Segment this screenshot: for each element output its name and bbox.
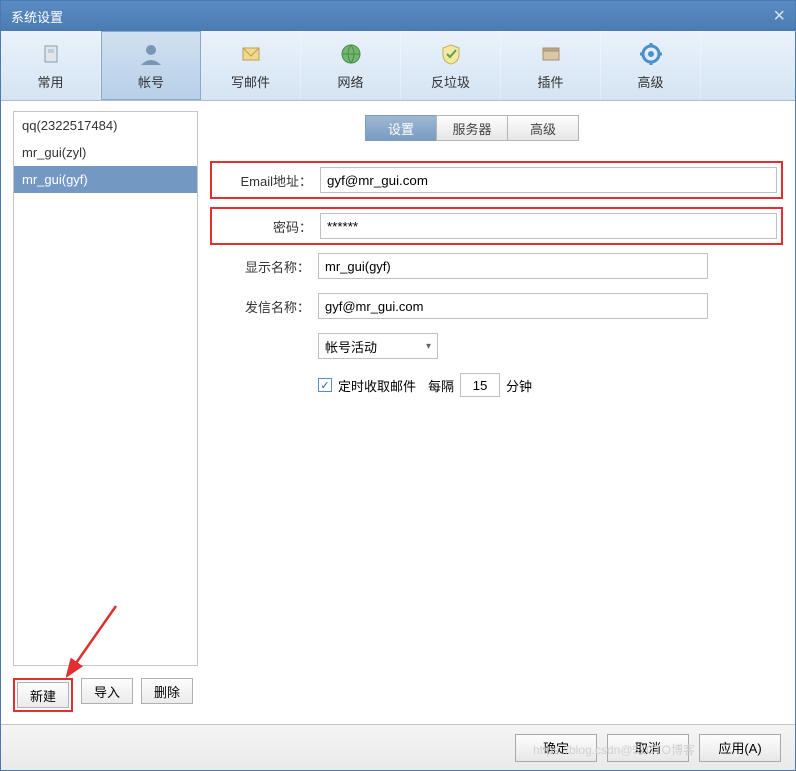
display-label: 显示名称： [210, 257, 310, 276]
window-title: 系统设置 [11, 7, 63, 26]
password-field[interactable] [320, 213, 777, 239]
plugin-icon [537, 40, 565, 68]
toolbar-label: 网络 [337, 72, 363, 91]
spam-icon [437, 40, 465, 68]
left-panel: qq(2322517484) mr_gui(zyl) mr_gui(gyf) 新… [13, 111, 198, 724]
status-value: 帐号活动 [325, 337, 377, 356]
settings-window: 系统设置 × 常用 帐号 写邮件 网络 反垃圾 插件 高级 [0, 0, 796, 771]
right-panel: 设置 服务器 高级 Email地址： 密码： 显示名称： 发信名称 [210, 111, 783, 724]
toolbar-label: 插件 [537, 72, 563, 91]
toolbar-compose[interactable]: 写邮件 [201, 31, 301, 100]
highlight-annotation: 新建 [13, 678, 73, 712]
account-item[interactable]: mr_gui(zyl) [14, 139, 197, 166]
tabs: 设置 服务器 高级 [365, 115, 783, 141]
account-icon [137, 40, 165, 68]
toolbar-network[interactable]: 网络 [301, 31, 401, 100]
toolbar-label: 帐号 [138, 72, 164, 91]
email-field[interactable] [320, 167, 777, 193]
account-item[interactable]: mr_gui(gyf) [14, 166, 197, 193]
toolbar-advanced[interactable]: 高级 [601, 31, 701, 100]
titlebar: 系统设置 × [1, 1, 795, 31]
schedule-checkbox[interactable]: ✓ [318, 378, 332, 392]
content: qq(2322517484) mr_gui(zyl) mr_gui(gyf) 新… [1, 101, 795, 724]
toolbar-common[interactable]: 常用 [1, 31, 101, 100]
cancel-button[interactable]: 取消 [607, 734, 689, 762]
interval-field[interactable] [460, 373, 500, 397]
close-icon[interactable]: × [773, 5, 785, 28]
new-button[interactable]: 新建 [17, 682, 69, 708]
sender-field[interactable] [318, 293, 708, 319]
tab-advanced[interactable]: 高级 [507, 115, 579, 141]
status-select[interactable]: 帐号活动 ▾ [318, 333, 438, 359]
password-label: 密码： [216, 217, 312, 236]
sender-label: 发信名称： [210, 297, 310, 316]
display-field[interactable] [318, 253, 708, 279]
toolbar-label: 高级 [637, 72, 663, 91]
toolbar-label: 写邮件 [231, 72, 270, 91]
schedule-label: 定时收取邮件 [338, 376, 416, 395]
account-form: Email地址： 密码： 显示名称： 发信名称： [210, 161, 783, 397]
toolbar-spam[interactable]: 反垃圾 [401, 31, 501, 100]
delete-button[interactable]: 删除 [141, 678, 193, 704]
account-buttons: 新建 导入 删除 [13, 678, 198, 712]
apply-button[interactable]: 应用(A) [699, 734, 781, 762]
password-row-highlight: 密码： [210, 207, 783, 245]
tab-server[interactable]: 服务器 [436, 115, 508, 141]
ok-button[interactable]: 确定 [515, 734, 597, 762]
compose-icon [237, 40, 265, 68]
schedule-row: ✓ 定时收取邮件 每隔 分钟 [318, 373, 783, 397]
account-list: qq(2322517484) mr_gui(zyl) mr_gui(gyf) [13, 111, 198, 666]
toolbar: 常用 帐号 写邮件 网络 反垃圾 插件 高级 [1, 31, 795, 101]
minutes-label: 分钟 [506, 376, 532, 395]
common-icon [37, 40, 65, 68]
footer: 确定 取消 应用(A) [1, 724, 795, 770]
toolbar-account[interactable]: 帐号 [101, 31, 201, 100]
email-label: Email地址： [216, 171, 312, 190]
network-icon [337, 40, 365, 68]
sender-row: 发信名称： [210, 293, 783, 319]
account-item[interactable]: qq(2322517484) [14, 112, 197, 139]
interval-prefix: 每隔 [428, 376, 454, 395]
toolbar-label: 常用 [37, 72, 63, 91]
email-row-highlight: Email地址： [210, 161, 783, 199]
import-button[interactable]: 导入 [81, 678, 133, 704]
display-row: 显示名称： [210, 253, 783, 279]
tab-settings[interactable]: 设置 [365, 115, 437, 141]
toolbar-label: 反垃圾 [431, 72, 470, 91]
chevron-down-icon: ▾ [426, 341, 431, 352]
gear-icon [637, 40, 665, 68]
toolbar-plugin[interactable]: 插件 [501, 31, 601, 100]
status-row: 帐号活动 ▾ [210, 333, 783, 359]
